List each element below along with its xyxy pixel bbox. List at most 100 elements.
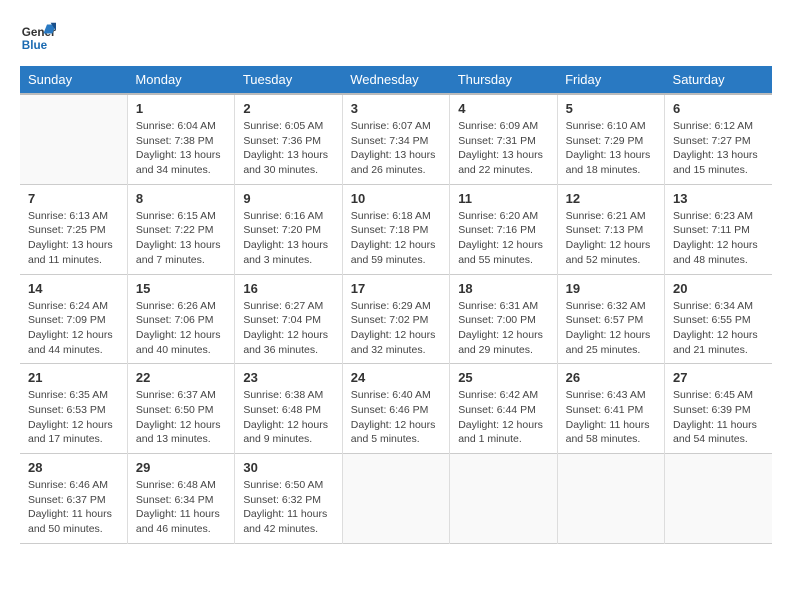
day-info: Sunrise: 6:29 AMSunset: 7:02 PMDaylight:…: [351, 299, 441, 358]
header-friday: Friday: [557, 66, 664, 94]
day-info: Sunrise: 6:13 AMSunset: 7:25 PMDaylight:…: [28, 209, 119, 268]
day-number: 9: [243, 191, 333, 206]
day-info: Sunrise: 6:45 AMSunset: 6:39 PMDaylight:…: [673, 388, 764, 447]
calendar-cell: 17 Sunrise: 6:29 AMSunset: 7:02 PMDayligh…: [342, 274, 449, 364]
day-number: 20: [673, 281, 764, 296]
day-number: 12: [566, 191, 656, 206]
calendar-header-row: SundayMondayTuesdayWednesdayThursdayFrid…: [20, 66, 772, 94]
calendar-cell: 24 Sunrise: 6:40 AMSunset: 6:46 PMDayligh…: [342, 364, 449, 454]
calendar-cell: 20 Sunrise: 6:34 AMSunset: 6:55 PMDayligh…: [665, 274, 772, 364]
calendar-table: SundayMondayTuesdayWednesdayThursdayFrid…: [20, 66, 772, 544]
day-info: Sunrise: 6:31 AMSunset: 7:00 PMDaylight:…: [458, 299, 548, 358]
calendar-cell: [342, 454, 449, 544]
calendar-cell: 15 Sunrise: 6:26 AMSunset: 7:06 PMDayligh…: [127, 274, 234, 364]
header-sunday: Sunday: [20, 66, 127, 94]
day-number: 13: [673, 191, 764, 206]
calendar-cell: 7 Sunrise: 6:13 AMSunset: 7:25 PMDaylight…: [20, 184, 127, 274]
day-info: Sunrise: 6:35 AMSunset: 6:53 PMDaylight:…: [28, 388, 119, 447]
calendar-cell: [665, 454, 772, 544]
day-number: 4: [458, 101, 548, 116]
day-number: 10: [351, 191, 441, 206]
day-info: Sunrise: 6:24 AMSunset: 7:09 PMDaylight:…: [28, 299, 119, 358]
calendar-cell: 30 Sunrise: 6:50 AMSunset: 6:32 PMDayligh…: [235, 454, 342, 544]
day-info: Sunrise: 6:27 AMSunset: 7:04 PMDaylight:…: [243, 299, 333, 358]
header-tuesday: Tuesday: [235, 66, 342, 94]
day-info: Sunrise: 6:04 AMSunset: 7:38 PMDaylight:…: [136, 119, 226, 178]
day-number: 30: [243, 460, 333, 475]
day-info: Sunrise: 6:50 AMSunset: 6:32 PMDaylight:…: [243, 478, 333, 537]
day-number: 27: [673, 370, 764, 385]
day-number: 11: [458, 191, 548, 206]
day-info: Sunrise: 6:32 AMSunset: 6:57 PMDaylight:…: [566, 299, 656, 358]
calendar-cell: 19 Sunrise: 6:32 AMSunset: 6:57 PMDayligh…: [557, 274, 664, 364]
calendar-cell: 8 Sunrise: 6:15 AMSunset: 7:22 PMDaylight…: [127, 184, 234, 274]
day-number: 28: [28, 460, 119, 475]
calendar-cell: 21 Sunrise: 6:35 AMSunset: 6:53 PMDayligh…: [20, 364, 127, 454]
calendar-cell: 22 Sunrise: 6:37 AMSunset: 6:50 PMDayligh…: [127, 364, 234, 454]
day-info: Sunrise: 6:40 AMSunset: 6:46 PMDaylight:…: [351, 388, 441, 447]
day-number: 18: [458, 281, 548, 296]
calendar-cell: 4 Sunrise: 6:09 AMSunset: 7:31 PMDaylight…: [450, 94, 557, 184]
day-info: Sunrise: 6:46 AMSunset: 6:37 PMDaylight:…: [28, 478, 119, 537]
calendar-cell: 3 Sunrise: 6:07 AMSunset: 7:34 PMDaylight…: [342, 94, 449, 184]
day-number: 8: [136, 191, 226, 206]
day-info: Sunrise: 6:20 AMSunset: 7:16 PMDaylight:…: [458, 209, 548, 268]
day-number: 7: [28, 191, 119, 206]
calendar-cell: 12 Sunrise: 6:21 AMSunset: 7:13 PMDayligh…: [557, 184, 664, 274]
day-number: 2: [243, 101, 333, 116]
day-info: Sunrise: 6:23 AMSunset: 7:11 PMDaylight:…: [673, 209, 764, 268]
day-number: 3: [351, 101, 441, 116]
day-number: 23: [243, 370, 333, 385]
day-number: 15: [136, 281, 226, 296]
logo: General Blue: [20, 20, 62, 56]
day-number: 14: [28, 281, 119, 296]
day-number: 22: [136, 370, 226, 385]
calendar-cell: 13 Sunrise: 6:23 AMSunset: 7:11 PMDayligh…: [665, 184, 772, 274]
calendar-cell: [450, 454, 557, 544]
day-info: Sunrise: 6:07 AMSunset: 7:34 PMDaylight:…: [351, 119, 441, 178]
day-number: 24: [351, 370, 441, 385]
calendar-cell: 9Sunrise: 6:16 AMSunset: 7:20 PMDaylight…: [235, 184, 342, 274]
day-info: Sunrise: 6:42 AMSunset: 6:44 PMDaylight:…: [458, 388, 548, 447]
day-info: Sunrise: 6:12 AMSunset: 7:27 PMDaylight:…: [673, 119, 764, 178]
day-number: 21: [28, 370, 119, 385]
day-info: Sunrise: 6:18 AMSunset: 7:18 PMDaylight:…: [351, 209, 441, 268]
day-number: 5: [566, 101, 656, 116]
svg-text:Blue: Blue: [22, 39, 48, 52]
day-number: 6: [673, 101, 764, 116]
calendar-cell: 29Sunrise: 6:48 AMSunset: 6:34 PMDayligh…: [127, 454, 234, 544]
calendar-cell: 25 Sunrise: 6:42 AMSunset: 6:44 PMDayligh…: [450, 364, 557, 454]
header-thursday: Thursday: [450, 66, 557, 94]
day-info: Sunrise: 6:48 AMSunset: 6:34 PMDaylight:…: [136, 478, 226, 537]
calendar-cell: 14 Sunrise: 6:24 AMSunset: 7:09 PMDayligh…: [20, 274, 127, 364]
calendar-cell: 10 Sunrise: 6:18 AMSunset: 7:18 PMDayligh…: [342, 184, 449, 274]
day-info: Sunrise: 6:38 AMSunset: 6:48 PMDaylight:…: [243, 388, 333, 447]
day-number: 19: [566, 281, 656, 296]
header-saturday: Saturday: [665, 66, 772, 94]
logo-icon: General Blue: [20, 20, 56, 56]
calendar-cell: [20, 94, 127, 184]
day-number: 26: [566, 370, 656, 385]
calendar-cell: [557, 454, 664, 544]
calendar-cell: 23 Sunrise: 6:38 AMSunset: 6:48 PMDayligh…: [235, 364, 342, 454]
day-info: Sunrise: 6:37 AMSunset: 6:50 PMDaylight:…: [136, 388, 226, 447]
day-info: Sunrise: 6:05 AMSunset: 7:36 PMDaylight:…: [243, 119, 333, 178]
header-monday: Monday: [127, 66, 234, 94]
day-number: 16: [243, 281, 333, 296]
day-info: Sunrise: 6:43 AMSunset: 6:41 PMDaylight:…: [566, 388, 656, 447]
day-number: 25: [458, 370, 548, 385]
calendar-cell: 1Sunrise: 6:04 AMSunset: 7:38 PMDaylight…: [127, 94, 234, 184]
day-info: Sunrise: 6:15 AMSunset: 7:22 PMDaylight:…: [136, 209, 226, 268]
day-info: Sunrise: 6:10 AMSunset: 7:29 PMDaylight:…: [566, 119, 656, 178]
calendar-cell: 11 Sunrise: 6:20 AMSunset: 7:16 PMDayligh…: [450, 184, 557, 274]
day-info: Sunrise: 6:26 AMSunset: 7:06 PMDaylight:…: [136, 299, 226, 358]
day-info: Sunrise: 6:34 AMSunset: 6:55 PMDaylight:…: [673, 299, 764, 358]
calendar-cell: 18 Sunrise: 6:31 AMSunset: 7:00 PMDayligh…: [450, 274, 557, 364]
calendar-cell: 27 Sunrise: 6:45 AMSunset: 6:39 PMDayligh…: [665, 364, 772, 454]
header-wednesday: Wednesday: [342, 66, 449, 94]
calendar-cell: 26 Sunrise: 6:43 AMSunset: 6:41 PMDayligh…: [557, 364, 664, 454]
day-info: Sunrise: 6:21 AMSunset: 7:13 PMDaylight:…: [566, 209, 656, 268]
day-info: Sunrise: 6:09 AMSunset: 7:31 PMDaylight:…: [458, 119, 548, 178]
day-number: 17: [351, 281, 441, 296]
calendar-cell: 16 Sunrise: 6:27 AMSunset: 7:04 PMDayligh…: [235, 274, 342, 364]
